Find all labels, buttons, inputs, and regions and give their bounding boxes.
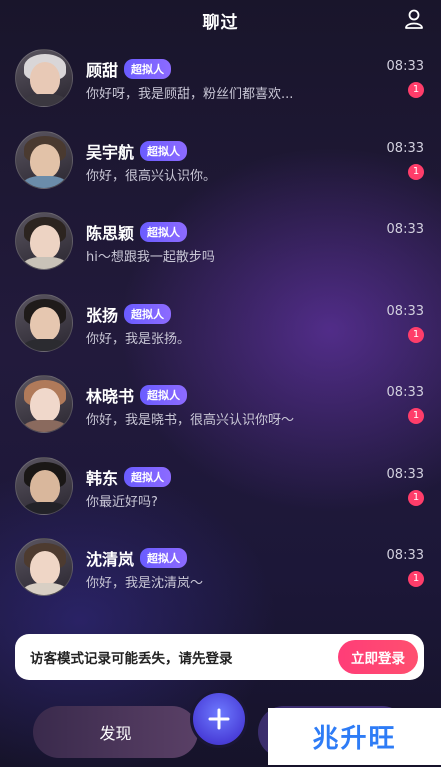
contact-name: 陈思颖: [86, 224, 135, 243]
persona-tag: 超拟人: [140, 385, 188, 405]
persona-tag: 超拟人: [140, 548, 188, 568]
unread-badge: 1: [408, 163, 424, 180]
avatar[interactable]: [15, 538, 73, 596]
persona-tag: 超拟人: [124, 59, 172, 79]
persona-tag: 超拟人: [140, 222, 188, 242]
message-time: 08:33: [386, 140, 424, 156]
message-time: 08:33: [386, 222, 424, 237]
message-time: 08:33: [386, 385, 424, 400]
name-row: 沈清岚 超拟人: [86, 546, 188, 570]
name-row: 张扬 超拟人: [86, 302, 172, 326]
avatar[interactable]: [15, 375, 73, 433]
avatar[interactable]: [15, 212, 73, 270]
chat-list-item[interactable]: 陈思颖 超拟人 hi～想跟我一起散步吗 08:33: [0, 208, 441, 290]
discover-tab[interactable]: 发现: [33, 706, 198, 758]
chat-list-item[interactable]: 张扬 超拟人 你好，我是张扬。 08:33 1: [0, 290, 441, 372]
chat-list-item[interactable]: 林晓书 超拟人 你好，我是晓书，很高兴认识你呀～ 08:33 1: [0, 371, 441, 453]
name-row: 顾甜 超拟人: [86, 57, 172, 81]
chat-list-item[interactable]: 吴宇航 超拟人 你好，很高兴认识你。 08:33 1: [0, 127, 441, 209]
contact-name: 沈清岚: [86, 550, 135, 569]
unread-badge: 1: [408, 82, 424, 98]
watermark-text: 兆升旺: [312, 724, 397, 754]
avatar[interactable]: [15, 456, 73, 515]
contact-name: 林晓书: [86, 387, 135, 406]
name-row: 陈思颖 超拟人: [86, 220, 188, 244]
contact-name: 吴宇航: [86, 142, 135, 162]
chat-list-item[interactable]: 顾甜 超拟人 你好呀，我是顾甜，粉丝们都喜欢... 08:33 1: [0, 45, 441, 127]
name-row: 林晓书 超拟人: [86, 383, 188, 407]
last-message: hi～想跟我一起散步吗: [86, 250, 215, 265]
last-message: 你好呀，我是顾甜，粉丝们都喜欢...: [86, 87, 294, 102]
contact-name: 韩东: [86, 468, 119, 488]
name-row: 韩东 超拟人: [86, 465, 172, 489]
persona-tag: 超拟人: [140, 140, 188, 161]
header-bar: 聊过: [0, 0, 441, 40]
message-time: 08:33: [386, 59, 424, 74]
avatar[interactable]: [15, 49, 73, 107]
unread-badge: 1: [408, 489, 424, 506]
last-message: 你好，我是晓书，很高兴认识你呀～: [86, 413, 295, 428]
page-title: 聊过: [202, 12, 239, 33]
login-toast: 访客模式记录可能丢失，请先登录 立即登录: [15, 634, 424, 680]
profile-icon[interactable]: [403, 8, 425, 30]
message-time: 08:33: [386, 466, 424, 482]
toast-message: 访客模式记录可能丢失，请先登录: [30, 651, 233, 667]
chat-list-item[interactable]: 沈清岚 超拟人 你好，我是沈清岚～ 08:33 1: [0, 534, 441, 616]
last-message: 你最近好吗?: [86, 494, 158, 510]
contact-name: 顾甜: [86, 61, 119, 80]
chat-list-item[interactable]: 韩东 超拟人 你最近好吗? 08:33 1: [0, 453, 441, 535]
message-time: 08:33: [386, 548, 424, 563]
message-time: 08:33: [386, 303, 424, 319]
unread-badge: 1: [408, 326, 424, 343]
name-row: 吴宇航 超拟人: [86, 139, 188, 163]
avatar[interactable]: [15, 293, 73, 352]
discover-tab-label: 发现: [99, 724, 132, 743]
persona-tag: 超拟人: [124, 303, 172, 324]
chat-list: 顾甜 超拟人 你好呀，我是顾甜，粉丝们都喜欢... 08:33 1 吴宇航 超拟…: [0, 45, 441, 616]
login-button[interactable]: 立即登录: [338, 640, 418, 674]
unread-badge: 1: [408, 571, 424, 587]
bottom-nav: 发现 兆升旺: [0, 690, 441, 767]
watermark-logo: 兆升旺: [268, 708, 441, 765]
contact-name: 张扬: [86, 305, 119, 325]
last-message: 你好，我是沈清岚～: [86, 576, 204, 591]
avatar[interactable]: [15, 130, 73, 189]
persona-tag: 超拟人: [124, 466, 172, 487]
last-message: 你好，很高兴认识你。: [86, 168, 217, 184]
create-button[interactable]: [190, 690, 248, 748]
last-message: 你好，我是张扬。: [86, 331, 191, 347]
plus-icon: [208, 708, 230, 730]
unread-badge: 1: [408, 408, 424, 424]
